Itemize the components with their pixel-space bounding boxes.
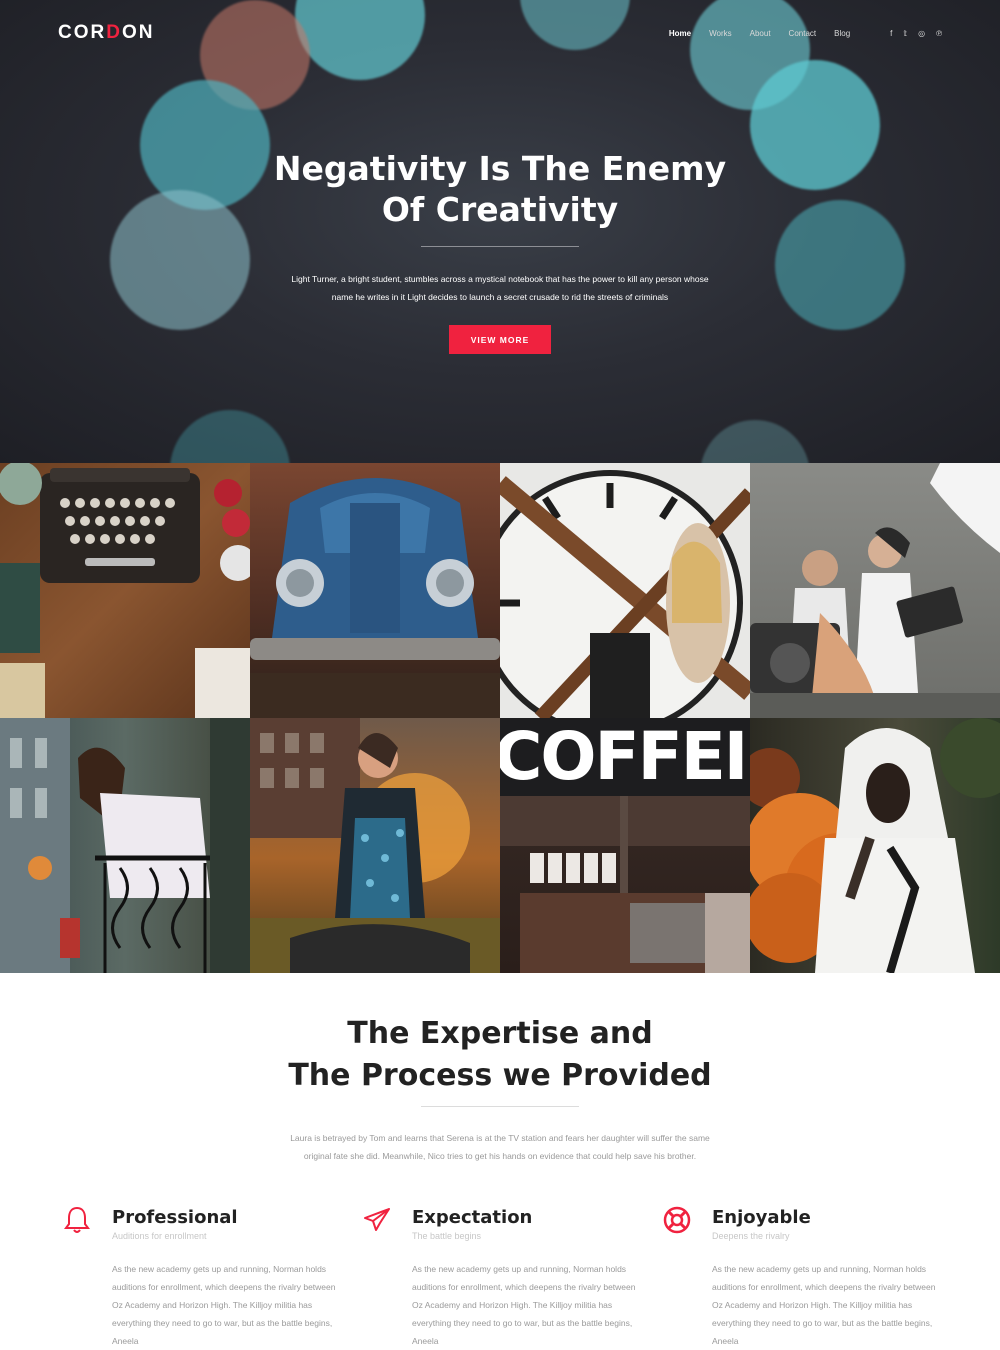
paper-plane-icon (362, 1205, 392, 1235)
hero-description: Light Turner, a bright student, stumbles… (291, 274, 709, 302)
logo-text-left: COR (58, 22, 107, 43)
logo-text-right: ON (121, 22, 155, 43)
feature-title: Enjoyable (712, 1207, 811, 1228)
gallery-image-woman-balcony[interactable] (0, 718, 250, 973)
bokeh-light (700, 420, 810, 463)
facebook-icon[interactable]: f (890, 29, 892, 38)
expertise-divider (421, 1106, 579, 1107)
feature-subtitle: Auditions for enrollment (112, 1231, 207, 1241)
gallery-image-clock-tower[interactable] (500, 463, 750, 718)
hero-title-line2: Of Creativity (381, 190, 619, 229)
feature-subtitle: The battle begins (412, 1231, 482, 1241)
social-links: f 𝕥 ◎ ℗ (890, 29, 942, 38)
hero-divider (421, 246, 579, 247)
menu-item-contact[interactable]: Contact (789, 29, 817, 38)
expertise-title: The Expertise and The Process we Provide… (0, 1013, 1000, 1097)
main-menu: Home Works About Contact Blog (669, 29, 850, 38)
gallery-image-coffee-shop[interactable]: COFFEI (500, 718, 750, 973)
top-nav: COR D ON Home Works About Contact Blog f… (0, 0, 1000, 66)
gallery-image-woman-sunset[interactable] (250, 718, 500, 973)
expertise-title-line2: The Process we Provided (288, 1058, 712, 1093)
hero-title: Negativity Is The Enemy Of Creativity (0, 148, 1000, 230)
gallery-image-typewriter[interactable] (0, 463, 250, 718)
twitter-icon[interactable]: 𝕥 (903, 29, 907, 38)
feature-title: Expectation (412, 1207, 533, 1228)
feature-body: As the new academy gets up and running, … (712, 1264, 936, 1346)
gallery-image-hoodie-smoke[interactable] (750, 718, 1000, 973)
instagram-icon[interactable]: ◎ (918, 29, 925, 38)
hero-title-line1: Negativity Is The Enemy (273, 149, 727, 188)
view-more-button[interactable]: VIEW MORE (449, 325, 551, 354)
menu-item-works[interactable]: Works (709, 29, 732, 38)
menu-item-blog[interactable]: Blog (834, 29, 850, 38)
pinterest-icon[interactable]: ℗ (936, 29, 942, 38)
menu-item-home[interactable]: Home (669, 29, 691, 38)
feature-title: Professional (112, 1207, 238, 1228)
menu-item-about[interactable]: About (750, 29, 771, 38)
feature-body: As the new academy gets up and running, … (112, 1264, 336, 1346)
expertise-title-line1: The Expertise and (347, 1016, 653, 1051)
logo[interactable]: COR D ON (58, 22, 154, 44)
gallery-image-blue-car[interactable] (250, 463, 500, 718)
feature-body: As the new academy gets up and running, … (412, 1264, 636, 1346)
feature-subtitle: Deepens the rivalry (712, 1231, 790, 1241)
bell-icon (62, 1205, 92, 1235)
life-ring-icon (662, 1205, 692, 1235)
logo-text-accent: D (106, 22, 122, 43)
bokeh-light (170, 410, 290, 463)
expertise-description: Laura is betrayed by Tom and learns that… (290, 1133, 710, 1161)
gallery-image-photo-shoot[interactable] (750, 463, 1000, 718)
hero-section: COR D ON Home Works About Contact Blog f… (0, 0, 1000, 463)
photo-gallery: COFFEI (0, 463, 1000, 973)
